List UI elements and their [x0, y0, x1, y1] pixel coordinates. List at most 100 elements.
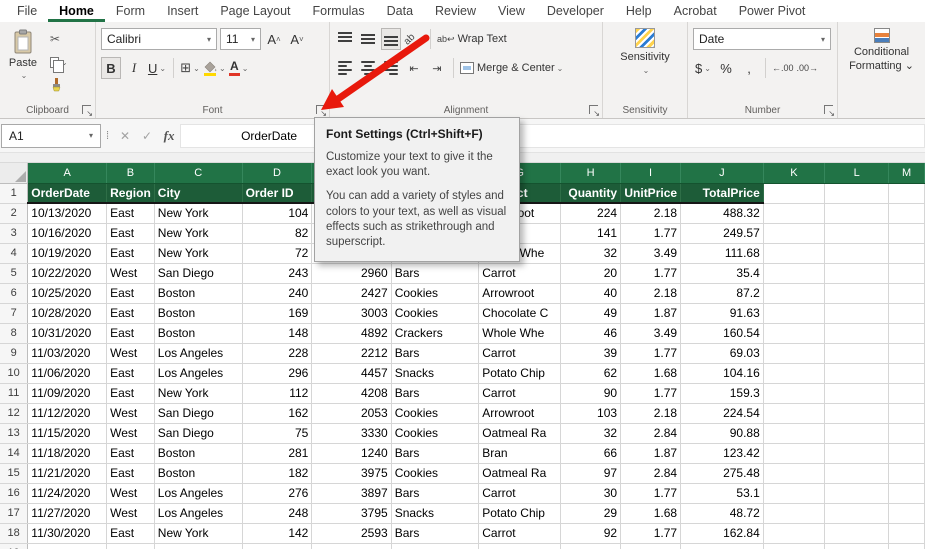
- cell-G18[interactable]: Carrot: [478, 523, 562, 544]
- cell-I5[interactable]: 1.77: [620, 263, 682, 284]
- cell-E11[interactable]: 4208: [311, 383, 392, 404]
- cell-H5[interactable]: 20: [560, 263, 622, 284]
- cell-A10[interactable]: 11/06/2020: [27, 363, 108, 384]
- cell-M13[interactable]: [888, 423, 925, 444]
- cell-M17[interactable]: [888, 503, 925, 524]
- ribbon-tab-home[interactable]: Home: [48, 1, 105, 22]
- cell-F10[interactable]: Snacks: [391, 363, 480, 384]
- cell-B8[interactable]: East: [106, 323, 155, 344]
- cell-B5[interactable]: West: [106, 263, 155, 284]
- cell-M15[interactable]: [888, 463, 925, 484]
- wrap-text-button[interactable]: ab↩ Wrap Text: [437, 28, 507, 50]
- ribbon-tab-insert[interactable]: Insert: [156, 1, 209, 22]
- ribbon-tab-view[interactable]: View: [487, 1, 536, 22]
- cell-C16[interactable]: Los Angeles: [154, 483, 243, 504]
- increase-indent-button[interactable]: ⇥: [427, 57, 447, 79]
- cell-F17[interactable]: Snacks: [391, 503, 480, 524]
- paste-button[interactable]: Paste ⌄: [0, 22, 46, 98]
- cell-A6[interactable]: 10/25/2020: [27, 283, 108, 304]
- cell-L12[interactable]: [824, 403, 890, 424]
- cell-A14[interactable]: 11/18/2020: [27, 443, 108, 464]
- cell-D18[interactable]: 142: [242, 523, 313, 544]
- cell-G16[interactable]: Carrot: [478, 483, 562, 504]
- cell-H2[interactable]: 224: [560, 203, 622, 224]
- cell-C8[interactable]: Boston: [154, 323, 243, 344]
- cell-F7[interactable]: Cookies: [391, 303, 480, 324]
- cell-J9[interactable]: 69.03: [680, 343, 764, 364]
- cell-J3[interactable]: 249.57: [680, 223, 764, 244]
- cell-L2[interactable]: [824, 203, 890, 224]
- cell-H14[interactable]: 66: [560, 443, 622, 464]
- cell-H10[interactable]: 62: [560, 363, 622, 384]
- cell-K18[interactable]: [763, 523, 826, 544]
- cell-D17[interactable]: 248: [242, 503, 313, 524]
- font-name-combobox[interactable]: Calibri ▾: [101, 28, 217, 50]
- cell-M2[interactable]: [888, 203, 925, 224]
- ribbon-tab-form[interactable]: Form: [105, 1, 156, 22]
- italic-button[interactable]: I: [124, 57, 144, 79]
- cell-I9[interactable]: 1.77: [620, 343, 682, 364]
- cut-button[interactable]: ✂: [46, 29, 72, 49]
- cell-K15[interactable]: [763, 463, 826, 484]
- cell-E18[interactable]: 2593: [311, 523, 392, 544]
- cell-D15[interactable]: 182: [242, 463, 313, 484]
- cell-D7[interactable]: 169: [242, 303, 313, 324]
- row-header-10[interactable]: 10: [0, 363, 29, 384]
- cell-E19[interactable]: [311, 543, 392, 549]
- cell-M12[interactable]: [888, 403, 925, 424]
- align-right-button[interactable]: [381, 57, 401, 79]
- cell-I14[interactable]: 1.87: [620, 443, 682, 464]
- cell-H11[interactable]: 90: [560, 383, 622, 404]
- cell-M18[interactable]: [888, 523, 925, 544]
- cell-F11[interactable]: Bars: [391, 383, 480, 404]
- column-header-L[interactable]: L: [824, 163, 890, 184]
- cell-I1[interactable]: UnitPrice: [620, 183, 682, 204]
- cell-G11[interactable]: Carrot: [478, 383, 562, 404]
- cell-C15[interactable]: Boston: [154, 463, 243, 484]
- format-painter-button[interactable]: [46, 75, 72, 95]
- cell-J13[interactable]: 90.88: [680, 423, 764, 444]
- cell-K4[interactable]: [763, 243, 826, 264]
- cell-J11[interactable]: 159.3: [680, 383, 764, 404]
- cell-D3[interactable]: 82: [242, 223, 313, 244]
- bold-button[interactable]: B: [101, 57, 121, 79]
- bottom-align-button[interactable]: [381, 28, 401, 50]
- cell-D11[interactable]: 112: [242, 383, 313, 404]
- cell-H16[interactable]: 30: [560, 483, 622, 504]
- decrease-decimal-button[interactable]: .00→: [797, 57, 819, 79]
- cell-C17[interactable]: Los Angeles: [154, 503, 243, 524]
- cell-K11[interactable]: [763, 383, 826, 404]
- cell-H15[interactable]: 97: [560, 463, 622, 484]
- cell-B10[interactable]: East: [106, 363, 155, 384]
- cell-D4[interactable]: 72: [242, 243, 313, 264]
- cell-E12[interactable]: 2053: [311, 403, 392, 424]
- cell-G10[interactable]: Potato Chip: [478, 363, 562, 384]
- cell-G14[interactable]: Bran: [478, 443, 562, 464]
- cell-B15[interactable]: East: [106, 463, 155, 484]
- cell-G17[interactable]: Potato Chip: [478, 503, 562, 524]
- cell-L19[interactable]: [824, 543, 890, 549]
- cell-A5[interactable]: 10/22/2020: [27, 263, 108, 284]
- cell-E17[interactable]: 3795: [311, 503, 392, 524]
- cell-C6[interactable]: Boston: [154, 283, 243, 304]
- ribbon-tab-developer[interactable]: Developer: [536, 1, 615, 22]
- decrease-font-size-button[interactable]: A ˅: [287, 28, 307, 50]
- font-color-button[interactable]: A ⌄: [229, 57, 249, 79]
- select-all-corner[interactable]: [0, 163, 29, 184]
- cell-G12[interactable]: Arrowroot: [478, 403, 562, 424]
- column-header-I[interactable]: I: [620, 163, 682, 184]
- cell-C18[interactable]: New York: [154, 523, 243, 544]
- formula-input[interactable]: OrderDate: [180, 123, 925, 148]
- cell-F18[interactable]: Bars: [391, 523, 480, 544]
- cell-C7[interactable]: Boston: [154, 303, 243, 324]
- cell-C12[interactable]: San Diego: [154, 403, 243, 424]
- cell-I10[interactable]: 1.68: [620, 363, 682, 384]
- cell-D2[interactable]: 104: [242, 203, 313, 224]
- row-header-3[interactable]: 3: [0, 223, 29, 244]
- cell-I4[interactable]: 3.49: [620, 243, 682, 264]
- cell-A12[interactable]: 11/12/2020: [27, 403, 108, 424]
- row-header-5[interactable]: 5: [0, 263, 29, 284]
- merge-center-button[interactable]: Merge & Center ⌄: [460, 57, 563, 79]
- cell-J4[interactable]: 111.68: [680, 243, 764, 264]
- cell-F6[interactable]: Cookies: [391, 283, 480, 304]
